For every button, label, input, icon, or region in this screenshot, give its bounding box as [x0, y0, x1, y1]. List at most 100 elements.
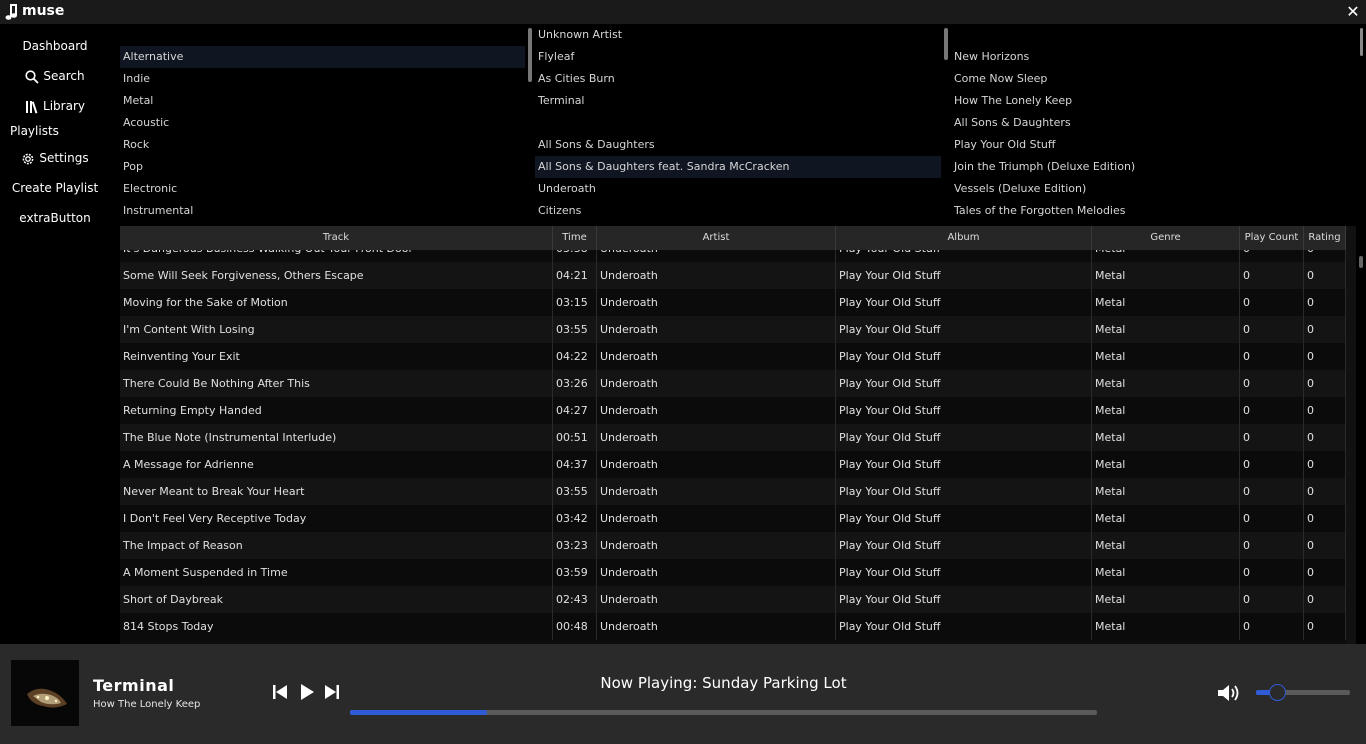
- artist-item-selected[interactable]: All Sons & Daughters feat. Sandra McCrac…: [535, 156, 941, 178]
- artist-cell: Underoath: [597, 316, 836, 343]
- artist-item[interactable]: Underoath: [535, 178, 941, 200]
- album-item[interactable]: Play Your Old Stuff: [951, 134, 1356, 156]
- now-playing-track: Sunday Parking Lot: [702, 674, 847, 692]
- genre-cell: Metal: [1092, 451, 1240, 478]
- time-cell: 02:43: [553, 586, 597, 613]
- genre-item-selected[interactable]: Alternative: [120, 46, 525, 68]
- genre-item[interactable]: Acoustic: [120, 112, 525, 134]
- nav-search[interactable]: Search: [0, 66, 110, 86]
- album-item[interactable]: Vessels (Deluxe Edition): [951, 178, 1356, 200]
- table-row[interactable]: There Could Be Nothing After This 03:26 Un…: [120, 370, 1356, 397]
- header-artist[interactable]: Artist: [597, 226, 836, 250]
- next-icon[interactable]: [323, 683, 341, 701]
- play-icon[interactable]: [298, 683, 316, 701]
- album-item[interactable]: How The Lonely Keep: [951, 90, 1356, 112]
- album-cell: Play Your Old Stuff: [836, 424, 1092, 451]
- play-count-cell: 0: [1240, 424, 1304, 451]
- time-cell: 03:42: [553, 505, 597, 532]
- album-cell: Play Your Old Stuff: [836, 316, 1092, 343]
- nav-library[interactable]: Library: [0, 96, 110, 116]
- table-row[interactable]: I Don't Feel Very Receptive Today 03:42 Un…: [120, 505, 1356, 532]
- track-table: Track Time Artist Album Genre Play Count…: [120, 226, 1356, 644]
- header-play-count[interactable]: Play Count: [1240, 226, 1304, 250]
- table-row[interactable]: Moving for the Sake of Motion 03:15 Undero…: [120, 289, 1356, 316]
- play-count-cell: 0: [1240, 343, 1304, 370]
- genre-cell: Metal: [1092, 586, 1240, 613]
- header-album[interactable]: Album: [836, 226, 1092, 250]
- table-scrollbar-track[interactable]: [1346, 226, 1356, 644]
- artist-item[interactable]: Flyleaf: [535, 46, 941, 68]
- album-item[interactable]: All Sons & Daughters: [951, 112, 1356, 134]
- album-item[interactable]: [951, 24, 1356, 46]
- genre-item[interactable]: Indie: [120, 68, 525, 90]
- library-icon: [26, 100, 38, 114]
- table-row-partial[interactable]: It's Dangerous Business Walking Out Your…: [120, 250, 1356, 262]
- artist-cell: Underoath: [597, 343, 836, 370]
- genre-item[interactable]: [120, 24, 525, 46]
- table-scrollbar-thumb[interactable]: [1359, 256, 1363, 268]
- artist-list: Unknown Artist Flyleaf As Cities Burn Te…: [535, 24, 941, 224]
- nav-dashboard[interactable]: Dashboard: [0, 36, 110, 56]
- nav-library-label: Library: [43, 99, 85, 113]
- extra-button[interactable]: extraButton: [0, 208, 110, 228]
- album-item[interactable]: New Horizons: [951, 46, 1356, 68]
- header-track[interactable]: Track: [120, 226, 553, 250]
- artist-item[interactable]: Unknown Artist: [535, 24, 941, 46]
- genre-item[interactable]: Electronic: [120, 178, 525, 200]
- artist-item[interactable]: All Sons & Daughters: [535, 134, 941, 156]
- time-cell: 00:48: [553, 613, 597, 640]
- table-row[interactable]: The Blue Note (Instrumental Interlude) 00…: [120, 424, 1356, 451]
- artist-item[interactable]: [535, 112, 941, 134]
- album-item[interactable]: Join the Triumph (Deluxe Edition): [951, 156, 1356, 178]
- table-row[interactable]: Short of Daybreak 02:43 Underoath Play Your…: [120, 586, 1356, 613]
- album-cell: Play Your Old Stuff: [836, 478, 1092, 505]
- volume-knob[interactable]: [1268, 684, 1286, 701]
- now-playing-text: Now Playing: Sunday Parking Lot: [350, 674, 1097, 692]
- table-row[interactable]: Never Meant to Break Your Heart 03:55 Unde…: [120, 478, 1356, 505]
- nav-search-label: Search: [43, 69, 85, 83]
- table-row[interactable]: Some Will Seek Forgiveness, Others Escap…: [120, 262, 1356, 289]
- rating-cell: 0: [1304, 586, 1346, 613]
- album-cell: Play Your Old Stuff: [836, 586, 1092, 613]
- table-row[interactable]: A Message for Adrienne 04:37 Underoath Play…: [120, 451, 1356, 478]
- play-count-cell: 0: [1240, 532, 1304, 559]
- artist-item[interactable]: Citizens: [535, 200, 941, 222]
- rating-cell: 0: [1304, 250, 1346, 262]
- album-item[interactable]: Come Now Sleep: [951, 68, 1356, 90]
- artist-cell: Underoath: [597, 370, 836, 397]
- genre-item[interactable]: Pop: [120, 156, 525, 178]
- artist-item[interactable]: Terminal: [535, 90, 941, 112]
- artist-item[interactable]: As Cities Burn: [535, 68, 941, 90]
- rating-cell: 0: [1304, 451, 1346, 478]
- table-row[interactable]: Returning Empty Handed 04:27 Underoath Play…: [120, 397, 1356, 424]
- genre-item[interactable]: Rock: [120, 134, 525, 156]
- table-row[interactable]: A Moment Suspended in Time 03:59 Underoath…: [120, 559, 1356, 586]
- table-row[interactable]: 814 Stops Today 00:48 Underoath Play Your O…: [120, 613, 1356, 640]
- table-row[interactable]: I'm Content With Losing 03:55 Underoath Pla…: [120, 316, 1356, 343]
- genre-cell: Metal: [1092, 370, 1240, 397]
- progress-bar[interactable]: [350, 710, 1097, 715]
- header-rating[interactable]: Rating: [1304, 226, 1346, 250]
- volume-slider[interactable]: [1256, 684, 1350, 701]
- header-genre[interactable]: Genre: [1092, 226, 1240, 250]
- table-row[interactable]: Reinventing Your Exit 04:22 Underoath Play …: [120, 343, 1356, 370]
- album-cell: Play Your Old Stuff: [836, 397, 1092, 424]
- album-list: New Horizons Come Now Sleep How The Lone…: [951, 24, 1356, 224]
- genre-item[interactable]: Metal: [120, 90, 525, 112]
- artist-scrollbar[interactable]: [944, 28, 948, 60]
- create-playlist-button[interactable]: Create Playlist: [0, 178, 110, 198]
- album-item[interactable]: Tales of the Forgotten Melodies: [951, 200, 1356, 222]
- volume-icon[interactable]: [1216, 682, 1242, 704]
- time-cell: 03:59: [553, 559, 597, 586]
- sidebar: Dashboard Search Library Playlists Setti…: [0, 24, 118, 644]
- album-scrollbar[interactable]: [1360, 28, 1363, 56]
- album-cell: Play Your Old Stuff: [836, 370, 1092, 397]
- genre-item[interactable]: Instrumental: [120, 200, 525, 222]
- nav-settings[interactable]: Settings: [0, 148, 110, 168]
- previous-icon[interactable]: [271, 683, 289, 701]
- table-row[interactable]: The Impact of Reason 03:23 Underoath Play Y…: [120, 532, 1356, 559]
- time-cell: 04:21: [553, 262, 597, 289]
- close-button[interactable]: ✕: [1344, 2, 1362, 22]
- genre-scrollbar[interactable]: [528, 28, 532, 82]
- header-time[interactable]: Time: [553, 226, 597, 250]
